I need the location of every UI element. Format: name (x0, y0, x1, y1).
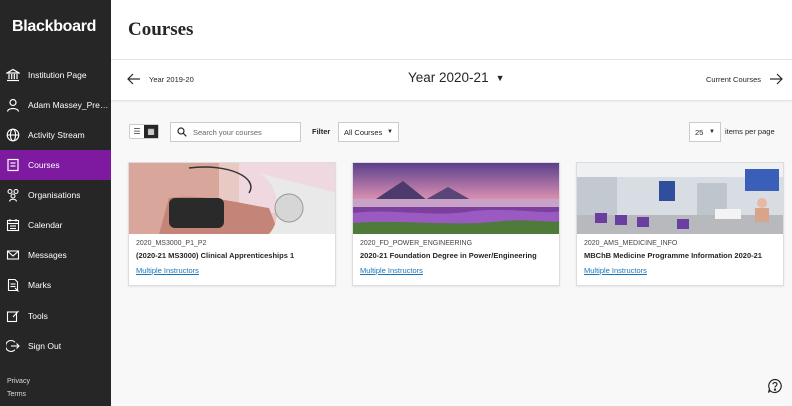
sidebar-item-courses[interactable]: Courses (0, 150, 111, 180)
sidebar: Blackboard Institution Page Adam Massey_… (0, 0, 111, 406)
sidebar-item-institution-page[interactable]: Institution Page (0, 60, 111, 90)
list-view-icon[interactable]: ☰ (130, 125, 144, 138)
instructors-link[interactable]: Multiple Instructors (360, 266, 423, 275)
course-name[interactable]: (2020-21 MS3000) Clinical Apprenticeship… (136, 251, 328, 260)
previous-year-link[interactable]: Year 2019-20 (127, 72, 194, 86)
marks-icon (6, 278, 20, 292)
sidebar-item-profile[interactable]: Adam Massey_Previ... (0, 90, 111, 120)
course-card[interactable]: 2020_AMS_MEDICINE_INFO MBChB Medicine Pr… (576, 162, 784, 286)
course-name[interactable]: 2020-21 Foundation Degree in Power/Engin… (360, 251, 552, 260)
current-year-label: Year 2020-21 (408, 70, 489, 85)
items-per-page-select[interactable]: 25 ▼ (689, 122, 721, 142)
grid-view-icon[interactable]: ▦ (144, 125, 158, 138)
sidebar-item-label: Adam Massey_Previ... (28, 100, 111, 110)
course-card[interactable]: 2020_FD_POWER_ENGINEERING 2020-21 Founda… (352, 162, 560, 286)
previous-year-label: Year 2019-20 (149, 74, 194, 84)
sidebar-item-sign-out[interactable]: Sign Out (0, 331, 111, 361)
sidebar-item-label: Sign Out (28, 341, 62, 351)
course-id: 2020_AMS_MEDICINE_INFO (584, 240, 678, 247)
sidebar-item-organisations[interactable]: Organisations (0, 180, 111, 210)
items-per-page-label: items per page (725, 127, 775, 136)
sidebar-item-label: Institution Page (28, 70, 87, 80)
arrow-right-icon (770, 73, 783, 85)
course-image (129, 163, 335, 234)
search-box (170, 122, 301, 142)
globe-icon (6, 128, 20, 142)
arrow-left-icon (127, 73, 140, 85)
sidebar-item-label: Courses (28, 160, 60, 170)
instructors-link[interactable]: Multiple Instructors (584, 266, 647, 275)
items-per-page-value: 25 (695, 127, 704, 137)
search-input[interactable] (193, 127, 293, 137)
sidebar-item-label: Calendar (28, 220, 63, 230)
help-icon[interactable] (767, 378, 783, 394)
tools-icon (6, 309, 20, 323)
sidebar-item-label: Activity Stream (28, 130, 85, 140)
filter-select[interactable]: All Courses ▼ (338, 122, 399, 142)
sidebar-item-label: Marks (28, 280, 52, 290)
organisations-icon (6, 188, 20, 202)
course-image (577, 163, 783, 234)
current-courses-label: Current Courses (705, 74, 761, 84)
instructors-link[interactable]: Multiple Instructors (136, 266, 199, 275)
sign-out-icon (6, 339, 20, 353)
institution-icon (6, 68, 20, 82)
envelope-icon (6, 248, 20, 262)
search-icon (177, 127, 187, 137)
course-card[interactable]: 2020_MS3000_P1_P2 (2020-21 MS3000) Clini… (128, 162, 336, 286)
sidebar-item-label: Organisations (28, 190, 81, 200)
course-name[interactable]: MBChB Medicine Programme Information 202… (584, 251, 776, 260)
sidebar-item-label: Messages (28, 250, 67, 260)
caret-down-icon: ▼ (495, 72, 505, 83)
view-toggle: ☰ ▦ (129, 124, 159, 139)
blackboard-logo[interactable]: Blackboard (12, 18, 96, 36)
privacy-link[interactable]: Privacy (7, 378, 30, 385)
terms-link[interactable]: Terms (7, 391, 26, 398)
sidebar-item-activity-stream[interactable]: Activity Stream (0, 120, 111, 150)
page-header: Courses (111, 0, 792, 60)
caret-down-icon: ▼ (709, 129, 715, 135)
sidebar-item-tools[interactable]: Tools (0, 301, 111, 331)
page-title: Courses (128, 19, 194, 40)
sidebar-item-marks[interactable]: Marks (0, 270, 111, 300)
user-icon (6, 98, 20, 112)
course-image (353, 163, 559, 234)
sidebar-item-label: Tools (28, 311, 48, 321)
year-navigation: Year 2019-20 Year 2020-21 ▼ Current Cour… (111, 60, 792, 100)
caret-down-icon: ▼ (387, 129, 393, 135)
courses-icon (6, 158, 20, 172)
course-id: 2020_MS3000_P1_P2 (136, 240, 207, 247)
sidebar-item-calendar[interactable]: Calendar (0, 210, 111, 240)
filter-value: All Courses (344, 127, 383, 137)
filter-label: Filter (312, 127, 331, 136)
course-id: 2020_FD_POWER_ENGINEERING (360, 240, 473, 247)
sidebar-item-messages[interactable]: Messages (0, 240, 111, 270)
current-year-dropdown[interactable]: Year 2020-21 ▼ (408, 70, 505, 85)
current-courses-link[interactable]: Current Courses (706, 72, 783, 86)
calendar-icon (6, 218, 20, 232)
